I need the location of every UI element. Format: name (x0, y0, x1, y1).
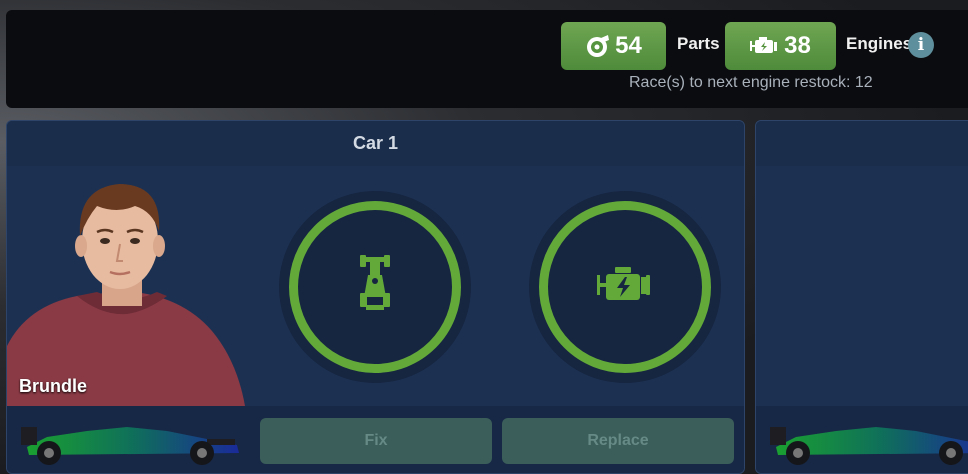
parts-button[interactable]: 54 (561, 22, 666, 70)
chassis-ring (289, 201, 461, 373)
engine-slot[interactable] (529, 191, 721, 383)
car-thumbnail (766, 409, 968, 472)
car-card-partial (755, 120, 968, 474)
engines-count: 38 (784, 32, 811, 59)
turbo-icon (585, 33, 611, 59)
car-card-title: Car 1 (7, 121, 744, 166)
driver-portrait (7, 166, 245, 406)
car-chassis-icon (358, 254, 392, 320)
fix-button[interactable]: Fix (260, 418, 492, 464)
engine-ring (539, 201, 711, 373)
parts-count: 54 (615, 32, 642, 59)
engine-icon (597, 265, 653, 310)
engine-icon (750, 35, 780, 57)
restock-text: Race(s) to next engine restock: 12 (629, 74, 873, 91)
driver-name: Brundle (19, 376, 88, 396)
resource-bar: 54 Parts 38 Engines i Race(s) to next en… (6, 10, 968, 108)
car-thumbnail (17, 409, 245, 472)
car-card-partial-header (756, 121, 968, 166)
info-icon[interactable]: i (908, 32, 934, 58)
car-card-partial-body (756, 166, 968, 406)
parts-label: Parts (677, 34, 720, 53)
engines-label: Engines (846, 34, 913, 53)
chassis-slot[interactable] (279, 191, 471, 383)
car-card: Car 1 Brundle Fix Replace (6, 120, 745, 474)
replace-button[interactable]: Replace (502, 418, 734, 464)
engines-button[interactable]: 38 (725, 22, 836, 70)
